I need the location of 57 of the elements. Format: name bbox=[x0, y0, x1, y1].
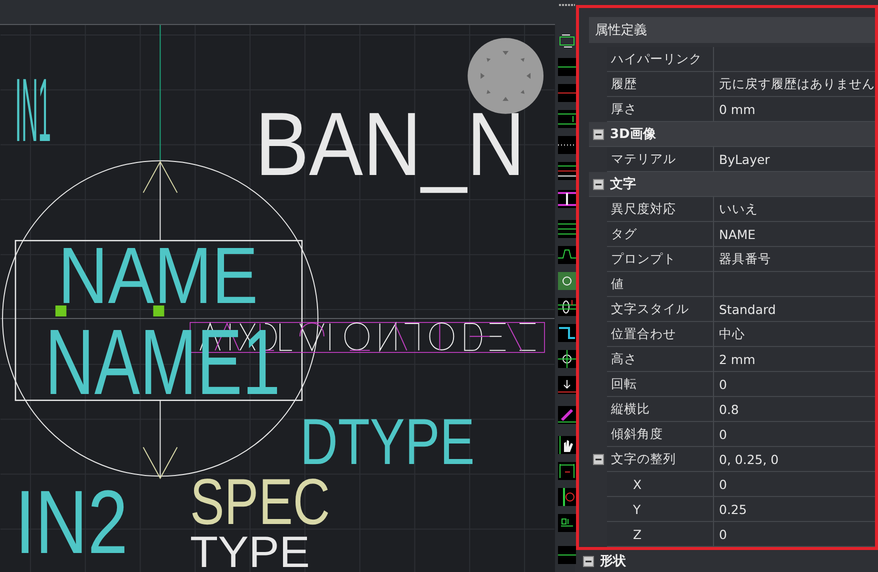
toolbar-icon[interactable] bbox=[558, 220, 576, 238]
property-name: プロンプト bbox=[607, 247, 714, 272]
category-header[interactable]: 文字 bbox=[589, 172, 875, 197]
collapse-toggle-icon[interactable] bbox=[592, 454, 604, 465]
drawing-text: NAME1 bbox=[45, 329, 280, 396]
toolbar-icon[interactable] bbox=[558, 488, 576, 506]
toolbar-icon[interactable] bbox=[558, 110, 576, 128]
toolbar-icon[interactable] bbox=[558, 162, 576, 180]
property-name: 文字スタイル bbox=[607, 297, 714, 322]
collapse-toggle-icon[interactable] bbox=[592, 178, 604, 190]
property-name: Z bbox=[607, 522, 714, 547]
toolbar-icon[interactable] bbox=[558, 190, 576, 208]
grip-handle[interactable] bbox=[153, 305, 164, 316]
drawing-text: NAME bbox=[58, 247, 258, 305]
panel-title: 属性定義 bbox=[589, 17, 875, 43]
property-name: 履歴 bbox=[607, 72, 714, 97]
property-name: Y bbox=[607, 497, 714, 522]
property-name: タグ bbox=[607, 222, 714, 247]
property-name: 回転 bbox=[607, 372, 714, 397]
category-label: 文字 bbox=[609, 176, 636, 194]
category-label: 形状 bbox=[599, 553, 626, 571]
drawing-text: BAN_N bbox=[255, 113, 526, 196]
grip-handle[interactable] bbox=[55, 305, 66, 316]
toolbar-icon[interactable] bbox=[558, 324, 576, 342]
drawing-text: TYPE bbox=[190, 537, 310, 569]
property-name: 値 bbox=[607, 272, 714, 297]
category-label: 3D画像 bbox=[609, 126, 656, 144]
collapse-toggle-icon[interactable] bbox=[582, 556, 594, 566]
toolbar-icon[interactable] bbox=[558, 58, 576, 76]
toolbar-icon[interactable] bbox=[558, 462, 576, 480]
property-name: ハイパーリンク bbox=[607, 47, 714, 72]
drawing-text: SPEC bbox=[190, 479, 330, 526]
toolbar-icon[interactable] bbox=[558, 298, 576, 316]
toolbar-icon[interactable] bbox=[558, 376, 576, 394]
drawing-text: IN2 bbox=[15, 491, 128, 556]
property-name: 高さ bbox=[607, 347, 714, 372]
toolbar-icon[interactable] bbox=[558, 514, 576, 532]
collapse-toggle-icon[interactable] bbox=[592, 128, 604, 140]
drawing-text: IN1 bbox=[15, 79, 52, 144]
toolbar-icon[interactable] bbox=[558, 32, 576, 50]
toolbar-icon[interactable] bbox=[558, 406, 576, 424]
toolbar-icon[interactable] bbox=[558, 436, 576, 454]
drawing-text: DTYPE bbox=[300, 419, 475, 466]
navigation-wheel[interactable] bbox=[468, 38, 544, 114]
property-name: 厚さ bbox=[607, 97, 714, 122]
property-name: 縦横比 bbox=[607, 397, 714, 422]
property-name: X bbox=[607, 472, 714, 497]
property-name: マテリアル bbox=[607, 147, 714, 172]
category-header[interactable]: 3D画像 bbox=[589, 122, 875, 147]
property-name: 傾斜角度 bbox=[607, 422, 714, 447]
toolbar-icon[interactable] bbox=[558, 350, 576, 368]
toolbar-icon[interactable] bbox=[558, 546, 576, 564]
property-name: 位置合わせ bbox=[607, 322, 714, 347]
property-name: 異尺度対応 bbox=[607, 197, 714, 222]
property-name: 文字の整列 bbox=[607, 447, 714, 472]
toolbar-icon[interactable] bbox=[558, 246, 576, 264]
drawing-canvas[interactable] bbox=[0, 25, 555, 572]
